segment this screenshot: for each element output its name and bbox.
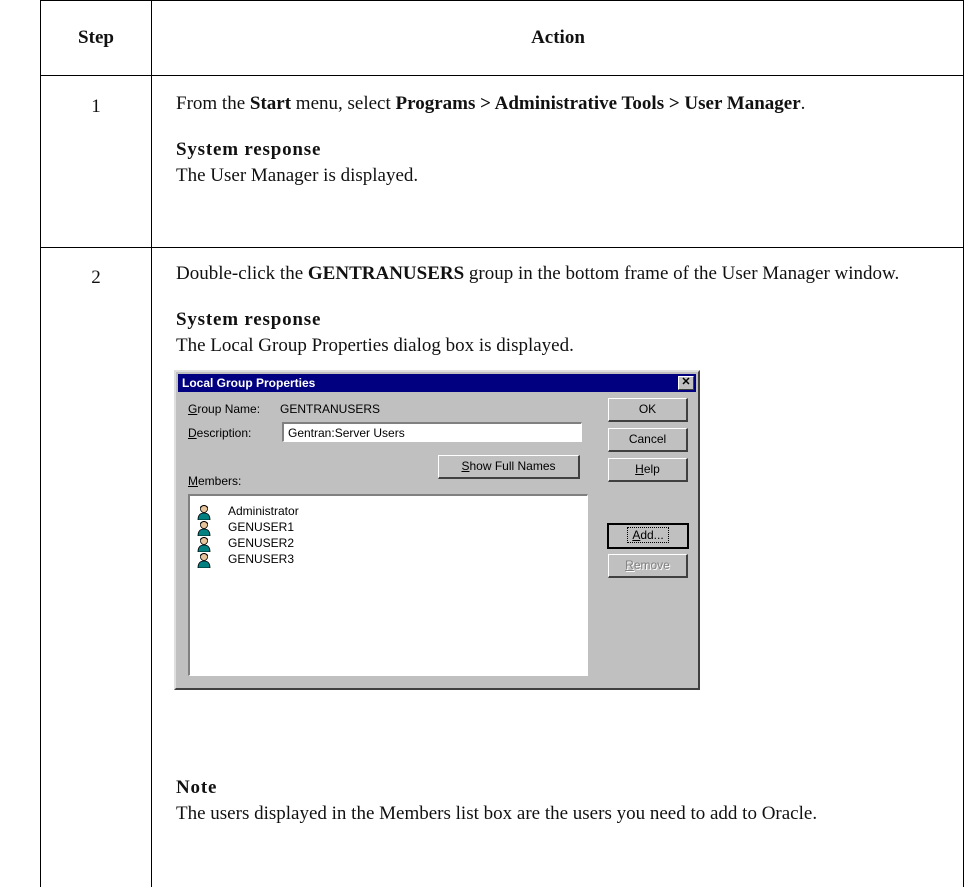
list-item[interactable]: Administrator xyxy=(196,504,496,520)
header-action: Action xyxy=(531,27,585,48)
add-button[interactable]: Add... xyxy=(607,523,689,549)
description-field[interactable]: Gentran:Server Users xyxy=(282,422,582,442)
cancel-button[interactable]: Cancel xyxy=(608,428,688,452)
close-button[interactable]: ✕ xyxy=(678,376,694,390)
show-full-names-button[interactable]: Show Full Names xyxy=(438,455,580,479)
instruction-text: Double-click the GENTRANUSERS group in t… xyxy=(176,263,900,284)
step-number: 2 xyxy=(91,267,101,288)
help-button[interactable]: Help xyxy=(608,458,688,482)
user-icon xyxy=(197,505,211,520)
dialog-title: Local Group Properties xyxy=(182,376,316,390)
user-icon xyxy=(197,553,211,568)
description-label: Description: xyxy=(188,426,252,440)
note-text: The users displayed in the Members list … xyxy=(176,803,818,824)
list-item[interactable]: GENUSER2 xyxy=(196,536,496,552)
group-name-label: Group Name: xyxy=(188,402,261,416)
system-response-heading: System response xyxy=(176,309,322,330)
list-item[interactable]: GENUSER3 xyxy=(196,552,496,568)
system-response-text: The User Manager is displayed. xyxy=(176,165,419,186)
members-label: Members: xyxy=(188,474,242,488)
dialog-title-bar: Local Group Properties ✕ xyxy=(178,374,696,392)
column-divider xyxy=(151,75,152,248)
user-icon xyxy=(197,537,211,552)
note-block: Note The users displayed in the Members … xyxy=(176,775,946,827)
step-action: From the Start menu, select Programs > A… xyxy=(176,91,946,189)
members-list[interactable]: Administrator GENUSER1 GENUSER2 GENUSER3 xyxy=(188,494,588,676)
close-icon: ✕ xyxy=(681,376,691,388)
system-response-text: The Local Group Properties dialog box is… xyxy=(176,335,574,356)
step-number: 1 xyxy=(91,96,101,117)
header-step: Step xyxy=(78,27,114,48)
ok-button[interactable]: OK xyxy=(608,398,688,422)
note-heading: Note xyxy=(176,777,218,798)
instruction-text: From the Start menu, select Programs > A… xyxy=(176,93,806,114)
list-item[interactable]: GENUSER1 xyxy=(196,520,496,536)
column-divider xyxy=(151,1,152,77)
remove-button[interactable]: Remove xyxy=(608,554,688,578)
user-icon xyxy=(197,521,211,536)
table-row: 1 From the Start menu, select Programs >… xyxy=(40,75,964,248)
group-name-value: GENTRANUSERS xyxy=(280,402,381,416)
step-action: Double-click the GENTRANUSERS group in t… xyxy=(176,261,946,359)
local-group-properties-dialog: Local Group Properties ✕ Group Name: GEN… xyxy=(174,370,700,690)
column-divider xyxy=(151,247,152,887)
system-response-heading: System response xyxy=(176,139,322,160)
table-header-row: Step Action xyxy=(40,0,964,77)
